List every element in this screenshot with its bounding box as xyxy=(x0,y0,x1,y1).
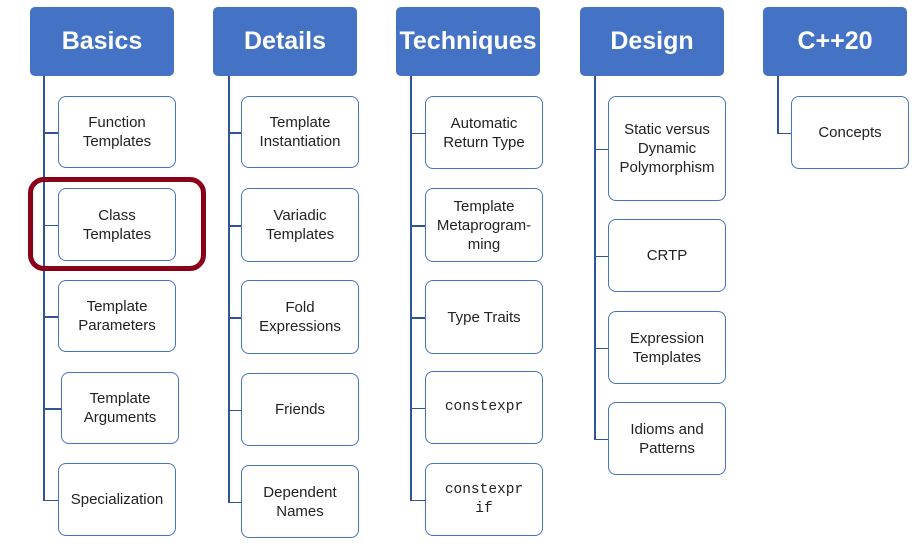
topic-box[interactable]: Specialization xyxy=(58,463,176,536)
connector-branch xyxy=(228,132,241,134)
topic-box[interactable]: Concepts xyxy=(791,96,909,169)
connector-line xyxy=(594,76,596,439)
topic-box[interactable]: Fold Expressions xyxy=(241,280,359,354)
connector-branch xyxy=(594,148,608,150)
connector-branch xyxy=(594,255,608,257)
connector-branch xyxy=(228,501,241,503)
topic-box[interactable]: Automatic Return Type xyxy=(425,96,543,169)
connector-line xyxy=(43,76,45,500)
column-header-design[interactable]: Design xyxy=(580,7,724,76)
topic-box[interactable]: Template Metaprogram- ming xyxy=(425,188,543,262)
connector-line xyxy=(228,76,230,502)
topic-box[interactable]: Function Templates xyxy=(58,96,176,168)
connector-branch xyxy=(410,317,425,319)
topic-box[interactable]: constexpr if xyxy=(425,463,543,536)
connector-line xyxy=(410,76,412,500)
connector-branch xyxy=(777,132,791,134)
topic-box[interactable]: CRTP xyxy=(608,219,726,292)
topic-box[interactable]: Variadic Templates xyxy=(241,188,359,262)
connector-branch xyxy=(410,225,425,227)
connector-branch xyxy=(43,499,58,501)
topic-box[interactable]: constexpr xyxy=(425,371,543,444)
connector-branch xyxy=(228,409,241,411)
connector-branch xyxy=(594,438,608,440)
topic-box[interactable]: Template Instantiation xyxy=(241,96,359,168)
column-header-basics[interactable]: Basics xyxy=(30,7,174,76)
connector-branch xyxy=(228,317,241,319)
connector-line xyxy=(777,76,779,133)
topic-box[interactable]: Template Parameters xyxy=(58,280,176,352)
connector-branch xyxy=(410,132,425,134)
topic-box[interactable]: Expression Templates xyxy=(608,311,726,384)
topic-box[interactable]: Dependent Names xyxy=(241,465,359,538)
topic-box[interactable]: Static versus Dynamic Polymorphism xyxy=(608,96,726,201)
column-header-techniques[interactable]: Techniques xyxy=(396,7,540,76)
connector-branch xyxy=(410,407,425,409)
connector-branch xyxy=(43,132,58,134)
topic-box[interactable]: Type Traits xyxy=(425,280,543,354)
connector-branch xyxy=(43,316,58,318)
connector-branch xyxy=(43,408,61,410)
topic-box[interactable]: Template Arguments xyxy=(61,372,179,444)
column-header-c20[interactable]: C++20 xyxy=(763,7,907,76)
connector-branch xyxy=(228,225,241,227)
connector-branch xyxy=(410,499,425,501)
highlight-frame xyxy=(28,177,206,271)
topic-box[interactable]: Friends xyxy=(241,373,359,446)
connector-branch xyxy=(594,347,608,349)
topic-box[interactable]: Idioms and Patterns xyxy=(608,402,726,475)
column-header-details[interactable]: Details xyxy=(213,7,357,76)
